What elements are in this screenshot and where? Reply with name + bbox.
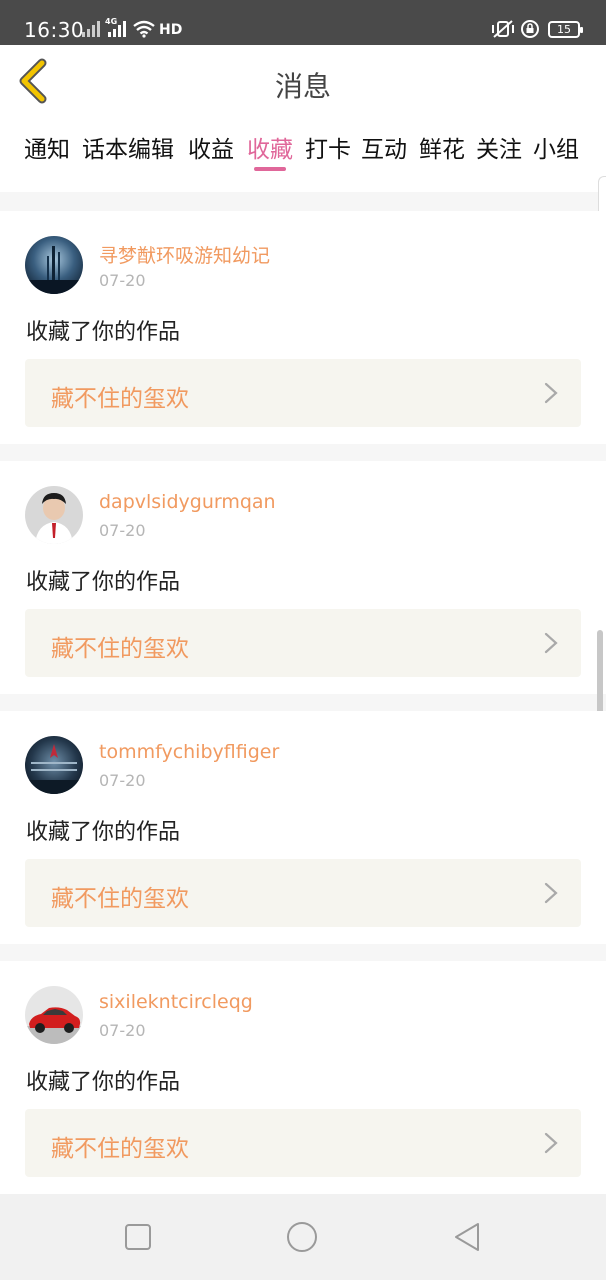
username[interactable]: 寻梦猷环吸游知幼记	[99, 241, 270, 268]
system-nav-bar	[0, 1194, 606, 1280]
work-title: 藏不住的玺欢	[51, 636, 189, 662]
work-title: 藏不住的玺欢	[51, 386, 189, 412]
work-title: 藏不住的玺欢	[51, 1136, 189, 1162]
work-link[interactable]: 藏不住的玺欢	[25, 359, 581, 427]
avatar[interactable]	[25, 736, 83, 794]
tab-notice[interactable]: 通知	[24, 130, 70, 164]
square-recent-icon	[125, 1224, 151, 1250]
vibrate-mute-icon	[490, 20, 516, 42]
status-time: 16:30	[24, 18, 85, 42]
work-link[interactable]: 藏不住的玺欢	[25, 1109, 581, 1177]
message-card: dapvlsidygurmqan 07-20 收藏了你的作品 藏不住的玺欢	[0, 461, 606, 694]
signal-icon	[81, 20, 101, 42]
avatar[interactable]	[25, 236, 83, 294]
tab-bar: 通知 话本编辑 收益 收藏 打卡 互动 鲜花 关注 小组	[0, 120, 606, 192]
message-date: 07-20	[99, 521, 146, 540]
battery-indicator: 15	[548, 21, 583, 38]
tab-flowers[interactable]: 鲜花	[419, 130, 465, 164]
tab-group[interactable]: 小组	[533, 130, 579, 164]
username[interactable]: dapvlsidygurmqan	[99, 491, 276, 513]
avatar[interactable]	[25, 486, 83, 544]
message-date: 07-20	[99, 1021, 146, 1040]
hd-label: HD	[159, 22, 183, 38]
work-title: 藏不住的玺欢	[51, 886, 189, 912]
chevron-right-icon	[544, 632, 558, 654]
tab-check-in[interactable]: 打卡	[305, 130, 351, 164]
page-title: 消息	[274, 70, 331, 103]
message-action: 收藏了你的作品	[26, 820, 181, 845]
work-link[interactable]: 藏不住的玺欢	[25, 859, 581, 927]
message-action: 收藏了你的作品	[26, 1070, 181, 1095]
circle-home-icon	[287, 1222, 317, 1252]
back-nav-button[interactable]	[450, 1220, 484, 1254]
username[interactable]: sixilekntcircleqg	[99, 991, 253, 1013]
chevron-right-icon	[544, 882, 558, 904]
tab-interaction[interactable]: 互动	[361, 130, 407, 164]
active-tab-indicator	[254, 167, 286, 171]
chevron-right-icon	[544, 1132, 558, 1154]
tab-story-editing[interactable]: 话本编辑	[82, 130, 174, 164]
status-bar: 16:30 4G HD 15	[0, 0, 606, 45]
boy-portrait-avatar	[25, 486, 83, 544]
recent-apps-button[interactable]	[121, 1220, 155, 1254]
wifi-icon	[132, 20, 156, 42]
avatar[interactable]	[25, 986, 83, 1044]
app-header: 消息	[0, 45, 606, 120]
signal-icon	[107, 20, 127, 42]
lock-rotation-icon	[520, 20, 540, 42]
message-date: 07-20	[99, 271, 146, 290]
city-night-avatar	[25, 236, 83, 294]
chevron-right-icon	[544, 382, 558, 404]
red-car-avatar	[25, 986, 83, 1044]
message-card: sixilekntcircleqg 07-20 收藏了你的作品 藏不住的玺欢	[0, 961, 606, 1194]
message-date: 07-20	[99, 771, 146, 790]
message-action: 收藏了你的作品	[26, 570, 181, 595]
home-button[interactable]	[285, 1220, 319, 1254]
night-scene-avatar	[25, 736, 83, 794]
tab-follow[interactable]: 关注	[476, 130, 522, 164]
tab-favorites[interactable]: 收藏	[247, 130, 293, 164]
message-action: 收藏了你的作品	[26, 320, 181, 345]
message-card: 寻梦猷环吸游知幼记 07-20 收藏了你的作品 藏不住的玺欢	[0, 211, 606, 444]
work-link[interactable]: 藏不住的玺欢	[25, 609, 581, 677]
tab-earnings[interactable]: 收益	[188, 130, 234, 164]
username[interactable]: tommfychibyflfiger	[99, 741, 279, 763]
triangle-back-icon	[455, 1223, 479, 1251]
message-card: tommfychibyflfiger 07-20 收藏了你的作品 藏不住的玺欢	[0, 711, 606, 944]
